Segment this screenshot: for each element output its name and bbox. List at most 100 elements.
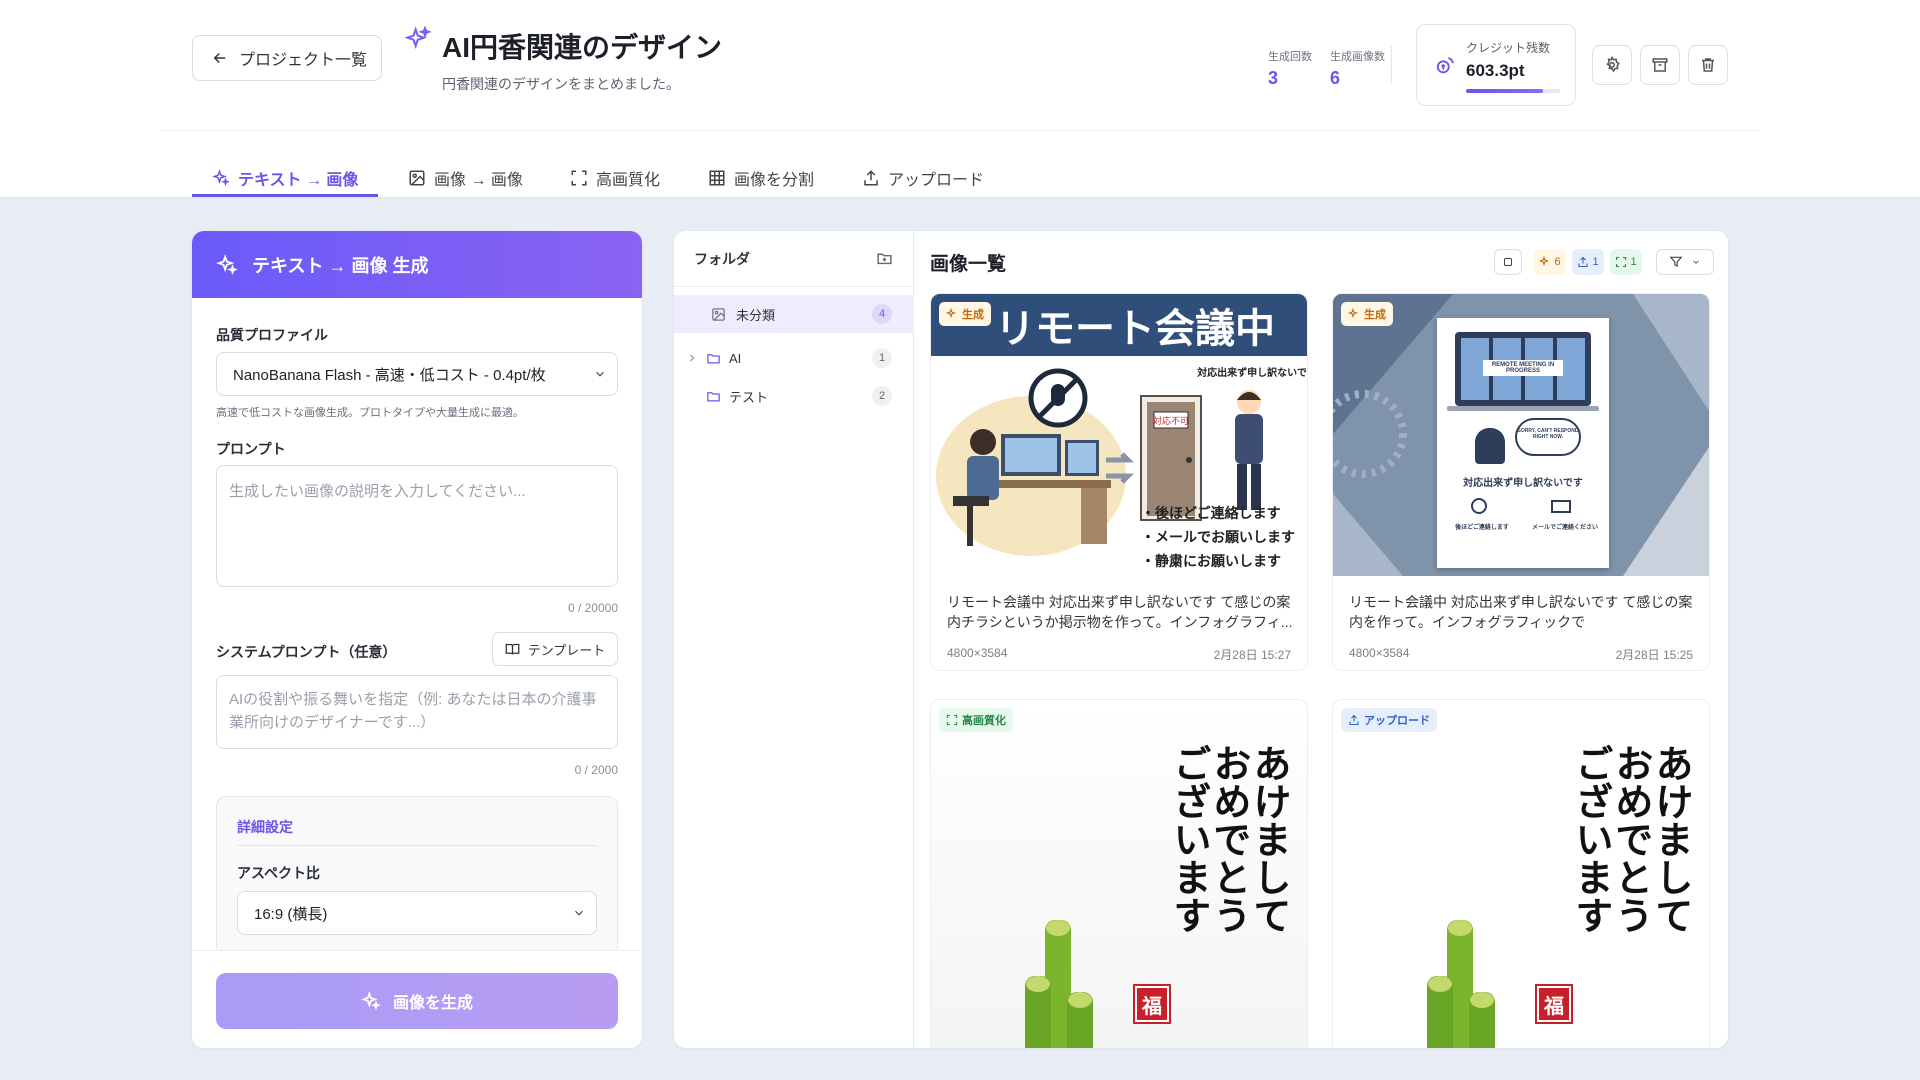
image-dimensions: 4800×3584: [947, 646, 1008, 660]
image-description: リモート会議中 対応出来ず申し訳ないです て感じの案内チラシというか掲示物を作っ…: [947, 594, 1293, 630]
stat-images: 生成画像数 6: [1330, 48, 1385, 89]
prompt-counter: 0 / 20000: [567, 601, 618, 615]
arrow-left-icon: [213, 52, 226, 64]
bullet-text: ・メールでお願いします: [1141, 530, 1295, 546]
greeting-line: あけまして: [1649, 744, 1694, 934]
aspect-ratio-value: 16:9 (横長): [254, 905, 328, 923]
folder-item-ai[interactable]: AI 1: [674, 339, 914, 377]
image-date: 2月28日 15:25: [1615, 648, 1693, 662]
back-to-projects-button[interactable]: プロジェクト一覧: [192, 35, 382, 81]
folder-title: フォルダ: [694, 250, 750, 267]
folder-count: 4: [872, 304, 892, 324]
expand-icon: [571, 170, 587, 186]
image-card[interactable]: あけまして おめでとう ございます 福 高画質化: [930, 699, 1308, 1048]
filter-upscaled[interactable]: 1: [1610, 249, 1642, 275]
mail-icon: [1551, 500, 1571, 513]
source-badge: 高画質化: [939, 708, 1013, 732]
chevron-down-icon: [596, 371, 604, 377]
generator-header: テキスト → 画像 生成: [192, 231, 642, 298]
stat-value: 6: [1330, 68, 1341, 88]
credit-progress-bar: [1466, 89, 1560, 93]
tab-upload[interactable]: アップロード: [858, 160, 988, 196]
image-card[interactable]: あけまして おめでとう ございます 福 アップロード: [1332, 699, 1710, 1048]
quality-hint: 高速で低コストな画像生成。プロトタイプや大量生成に最適。: [216, 407, 524, 419]
settings-button[interactable]: [1592, 45, 1632, 85]
folder-plus-icon[interactable]: [876, 250, 893, 267]
system-prompt-textarea[interactable]: AIの役割や振る舞いを指定（例: あなたは日本の介護事業所向けのデザイナーです.…: [216, 675, 618, 749]
chevron-down-icon: [1693, 260, 1699, 264]
divider: [1391, 46, 1392, 84]
image-thumbnail[interactable]: リモート会議中 対応不可 対応出来ず申し訳ないです ・後ほどご連絡します ・メー…: [931, 294, 1308, 576]
greeting-line: おめでとう: [1207, 744, 1252, 934]
bubble-text: 対応出来ず申し訳ないです: [1196, 366, 1308, 379]
notice-main-text: 対応出来ず申し訳ないです: [1463, 478, 1583, 489]
generate-button[interactable]: 画像を生成: [216, 973, 618, 1029]
poster-title: リモート会議中: [995, 307, 1275, 351]
credit-label: クレジット残数: [1466, 41, 1551, 55]
badge-label: 高画質化: [962, 715, 1006, 727]
sparkles-icon: [360, 991, 381, 1011]
laptop-base: [1447, 406, 1599, 411]
quality-select[interactable]: NanoBanana Flash - 高速・低コスト - 0.4pt/枚: [216, 352, 618, 396]
aspect-ratio-label: アスペクト比: [237, 865, 321, 881]
advanced-settings-title[interactable]: 詳細設定: [237, 817, 293, 837]
folder-item-test[interactable]: テスト 2: [674, 377, 914, 415]
settings-icon: [1606, 56, 1620, 73]
image-thumbnail[interactable]: あけまして おめでとう ございます 福 高画質化: [931, 700, 1307, 1048]
divider: [160, 130, 1760, 131]
select-all-checkbox[interactable]: [1494, 249, 1522, 275]
filter-count: 1: [1630, 256, 1637, 268]
archive-button[interactable]: [1640, 45, 1680, 85]
greeting-line: おめでとう: [1609, 744, 1654, 934]
expand-icon: [1616, 256, 1627, 268]
filter-dropdown[interactable]: [1656, 249, 1714, 275]
aspect-ratio-select[interactable]: 16:9 (横長): [237, 891, 597, 935]
upload-icon: [1349, 714, 1359, 726]
tab-upscale[interactable]: 高画質化: [566, 160, 664, 196]
delete-button[interactable]: [1688, 45, 1728, 85]
folder-sidebar: フォルダ 未分類 4 AI 1 テスト 2: [674, 231, 914, 1048]
quality-value: NanoBanana Flash - 高速・低コスト - 0.4pt/枚: [233, 366, 546, 384]
folder-name: AI: [729, 350, 742, 366]
filter-generated[interactable]: 6: [1534, 249, 1566, 275]
image-card[interactable]: リモート会議中 対応不可 対応出来ず申し訳ないです ・後ほどご連絡します ・メー…: [930, 293, 1308, 671]
clock-icon: [1471, 498, 1487, 514]
image-thumbnail[interactable]: あけまして おめでとう ございます 福 アップロード: [1333, 700, 1709, 1048]
image-icon: [712, 307, 725, 321]
image-card[interactable]: REMOTE MEETING IN PROGRESS SORRY, CAN'T …: [1332, 293, 1710, 671]
sparkles-icon: [1348, 308, 1359, 319]
greeting-calligraphy: あけまして おめでとう ございます: [1541, 744, 1694, 984]
filter-count: 6: [1554, 256, 1561, 268]
folder-name: 未分類: [736, 307, 776, 323]
image-icon: [409, 170, 425, 186]
chevron-right-icon[interactable]: [686, 352, 698, 364]
prompt-textarea[interactable]: 生成したい画像の説明を入力してください...: [216, 465, 618, 587]
generator-footer: 画像を生成: [192, 950, 642, 1048]
filter-uploaded[interactable]: 1: [1572, 249, 1604, 275]
image-thumbnail[interactable]: REMOTE MEETING IN PROGRESS SORRY, CAN'T …: [1333, 294, 1709, 576]
folder-item-unsorted[interactable]: 未分類 4: [674, 295, 914, 333]
tab-split-image[interactable]: 画像を分割: [704, 160, 818, 196]
tab-text-to-image[interactable]: テキスト → 画像: [208, 160, 362, 196]
tab-label: アップロード: [888, 172, 985, 189]
bullet-text: ・後ほどご連絡します: [1141, 505, 1281, 522]
person-bowing: [1475, 428, 1505, 464]
upload-icon: [864, 170, 878, 186]
book-icon: [505, 643, 520, 655]
template-button[interactable]: テンプレート: [492, 632, 618, 666]
gallery-title: 画像一覧: [930, 254, 1007, 275]
source-badge: 生成: [939, 302, 991, 326]
kadomatsu-illustration: [1427, 920, 1495, 1048]
chevron-down-icon: [575, 910, 583, 916]
door-sign-text: 対応不可: [1153, 415, 1189, 427]
tab-image-to-image[interactable]: 画像 → 画像: [404, 160, 527, 196]
checkbox-icon: [1504, 258, 1512, 266]
grid-icon: [709, 170, 725, 186]
quality-label: 品質プロファイル: [216, 327, 328, 343]
folder-header: フォルダ: [674, 231, 913, 287]
advanced-settings: 詳細設定 アスペクト比 16:9 (横長): [216, 796, 618, 950]
notice-left-text: 後ほどご連絡します: [1455, 525, 1509, 531]
template-label: テンプレート: [527, 642, 606, 658]
screen-banner: REMOTE MEETING IN PROGRESS: [1483, 360, 1563, 376]
image-description: リモート会議中 対応出来ず申し訳ないです て感じの案内を作って。インフォグラフィ…: [1349, 594, 1693, 630]
